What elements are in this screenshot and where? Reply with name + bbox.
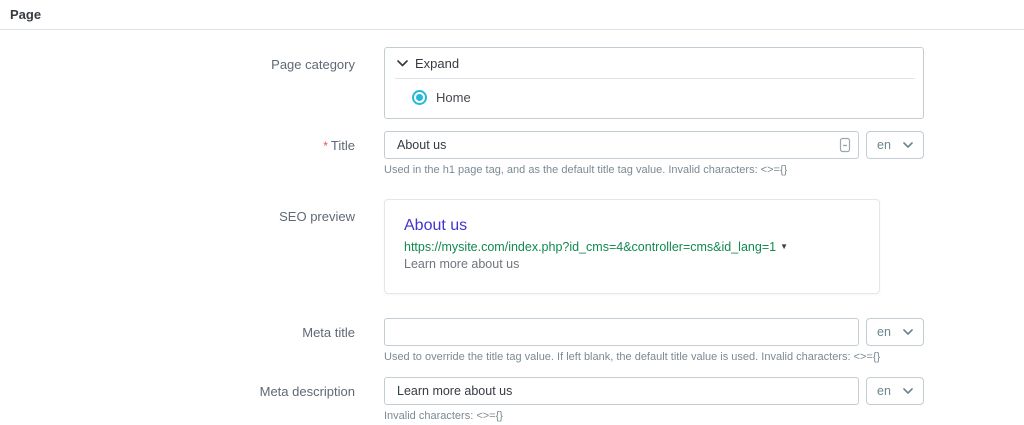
title-help-text: Used in the h1 page tag, and as the defa… [384,164,924,176]
meta-description-language-dropdown[interactable]: en [866,377,924,405]
language-code: en [877,325,891,339]
required-asterisk: * [323,139,328,153]
page-category-label: Page category [0,47,384,72]
category-expand-label: Expand [415,56,459,71]
meta-description-row: Meta description en Invalid characters: … [0,377,1024,422]
serp-dropdown-caret-icon: ▼ [780,240,788,254]
language-code: en [877,138,891,152]
text-counter-icon [839,137,851,153]
radio-selected-icon[interactable] [412,90,427,105]
seo-preview-row: SEO preview About us https://mysite.com/… [0,199,1024,294]
page-title: Page [10,7,41,22]
category-expand-toggle[interactable]: Expand [385,48,923,78]
meta-title-language-dropdown[interactable]: en [866,318,924,346]
title-row: *Title en [0,131,1024,176]
category-option-home[interactable]: Home [385,79,923,118]
title-language-dropdown[interactable]: en [866,131,924,159]
meta-description-label: Meta description [0,377,384,399]
meta-description-input[interactable] [384,377,859,405]
seo-preview-card: About us https://mysite.com/index.php?id… [384,199,880,294]
meta-title-help-text: Used to override the title tag value. If… [384,351,924,363]
page-category-row: Page category Expand Home [0,47,1024,119]
serp-result-title[interactable]: About us [404,217,859,235]
category-option-label: Home [436,90,471,105]
language-code: en [877,384,891,398]
title-label: *Title [0,131,384,153]
panel-header: Page [0,0,1024,30]
meta-title-label: Meta title [0,318,384,340]
meta-description-help-text: Invalid characters: <>={} [384,410,924,422]
title-input[interactable] [384,131,859,159]
chevron-down-icon [903,388,913,394]
meta-title-row: Meta title en Used to override the title… [0,318,1024,363]
category-tree-box: Expand Home [384,47,924,119]
serp-result-url: https://mysite.com/index.php?id_cms=4&co… [404,240,776,254]
meta-title-input[interactable] [384,318,859,346]
seo-preview-label: SEO preview [0,199,384,224]
serp-result-description: Learn more about us [404,257,859,271]
chevron-down-icon [903,142,913,148]
page-form: Page category Expand Home *Title [0,30,1024,422]
chevron-down-icon [903,329,913,335]
chevron-down-icon [397,60,408,67]
